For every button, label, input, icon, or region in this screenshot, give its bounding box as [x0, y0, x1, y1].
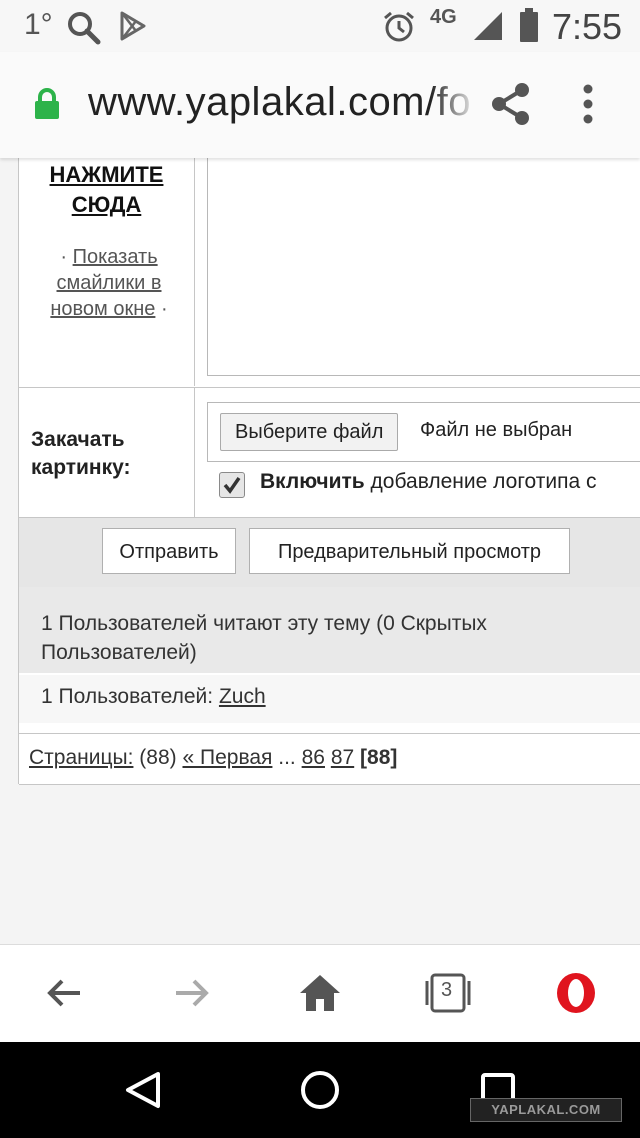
message-textarea[interactable] [207, 158, 640, 376]
play-store-icon [118, 10, 148, 47]
user-link[interactable]: Zuch [219, 685, 266, 708]
checkmark-icon [223, 477, 241, 494]
tabs-icon[interactable]: 3 [424, 971, 472, 1020]
page-link[interactable]: 87 [331, 746, 354, 769]
home-icon[interactable] [298, 973, 342, 1018]
users-list: 1 Пользователей: Zuch [41, 685, 266, 709]
reply-form: НАЖМИТЕ СЮДА · Показать смайлики в новом… [18, 158, 640, 785]
readers-count: 1 Пользователей читают эту тему (0 Скрыт… [41, 612, 487, 664]
page-content: НАЖМИТЕ СЮДА · Показать смайлики в новом… [0, 158, 640, 944]
bullet: · [60, 246, 68, 268]
logo-option-label: Включить добавление логотипа с [260, 470, 596, 494]
smilies-block: · Показать смайлики в новом окне · [29, 244, 189, 322]
browser-bottom-nav: 3 [0, 944, 640, 1043]
url-fade [430, 72, 478, 138]
users-row: 1 Пользователей: Zuch [19, 675, 640, 723]
upload-label: Закачать картинку: [31, 428, 131, 479]
logo-option-bold: Включить [260, 470, 365, 493]
show-smilies-link[interactable]: Показать смайлики в новом окне [50, 246, 161, 320]
network-type: 4G [430, 6, 457, 28]
users-prefix: 1 Пользователей: [41, 685, 214, 708]
system-back-icon[interactable] [124, 1070, 162, 1115]
smilies-column: НАЖМИТЕ СЮДА · Показать смайлики в новом… [19, 158, 195, 386]
lock-icon [34, 88, 60, 125]
choose-file-button[interactable]: Выберите файл [220, 413, 399, 451]
divider [194, 388, 195, 518]
alarm-icon [382, 10, 416, 49]
back-arrow-icon[interactable] [44, 973, 84, 1018]
signal-icon [474, 12, 504, 45]
bullet: · [160, 298, 168, 320]
system-nav-bar: YAPLAKAL.COM [0, 1042, 640, 1138]
pages-count: (88) [139, 746, 177, 769]
pages-label-link[interactable]: Страницы: [29, 746, 133, 769]
search-icon [66, 10, 102, 51]
current-page: [88] [360, 746, 398, 769]
file-input: Выберите файл Файл не выбран [207, 402, 640, 462]
share-icon[interactable] [490, 82, 532, 131]
battery-icon [520, 8, 538, 47]
opera-menu-icon[interactable] [554, 971, 598, 1020]
forward-arrow-icon[interactable] [172, 973, 212, 1018]
first-page-link[interactable]: « Первая [182, 746, 272, 769]
preview-button[interactable]: Предварительный просмотр [249, 528, 570, 574]
pagination: Страницы: (88) « Первая ... 86 87 [88] [19, 733, 640, 785]
menu-icon[interactable] [582, 84, 594, 129]
page-link[interactable]: 86 [302, 746, 325, 769]
no-file-text: Файл не выбран [420, 419, 573, 441]
action-buttons-row: Отправить Предварительный просмотр [19, 517, 640, 588]
system-home-icon[interactable] [300, 1070, 340, 1115]
upload-row: Закачать картинку: Выберите файл Файл не… [19, 387, 640, 518]
logo-option-text: добавление логотипа с [370, 470, 597, 493]
readers-row: 1 Пользователей читают эту тему (0 Скрыт… [19, 587, 640, 673]
click-here-link[interactable]: НАЖМИТЕ СЮДА [19, 160, 194, 220]
address-bar: www.yaplakal.com/forum [0, 52, 640, 158]
watermark: YAPLAKAL.COM [470, 1098, 622, 1122]
status-bar: 1° 4G 7:55 [0, 0, 640, 52]
url-field[interactable]: www.yaplakal.com/forum [88, 80, 472, 125]
pages-ellipsis: ... [278, 746, 296, 769]
clock: 7:55 [552, 6, 623, 47]
tab-count: 3 [441, 979, 453, 1001]
logo-checkbox[interactable] [219, 472, 245, 498]
pagination-text: Страницы: (88) « Первая ... 86 87 [88] [29, 746, 397, 770]
submit-button[interactable]: Отправить [102, 528, 236, 574]
temperature: 1° [24, 8, 53, 41]
